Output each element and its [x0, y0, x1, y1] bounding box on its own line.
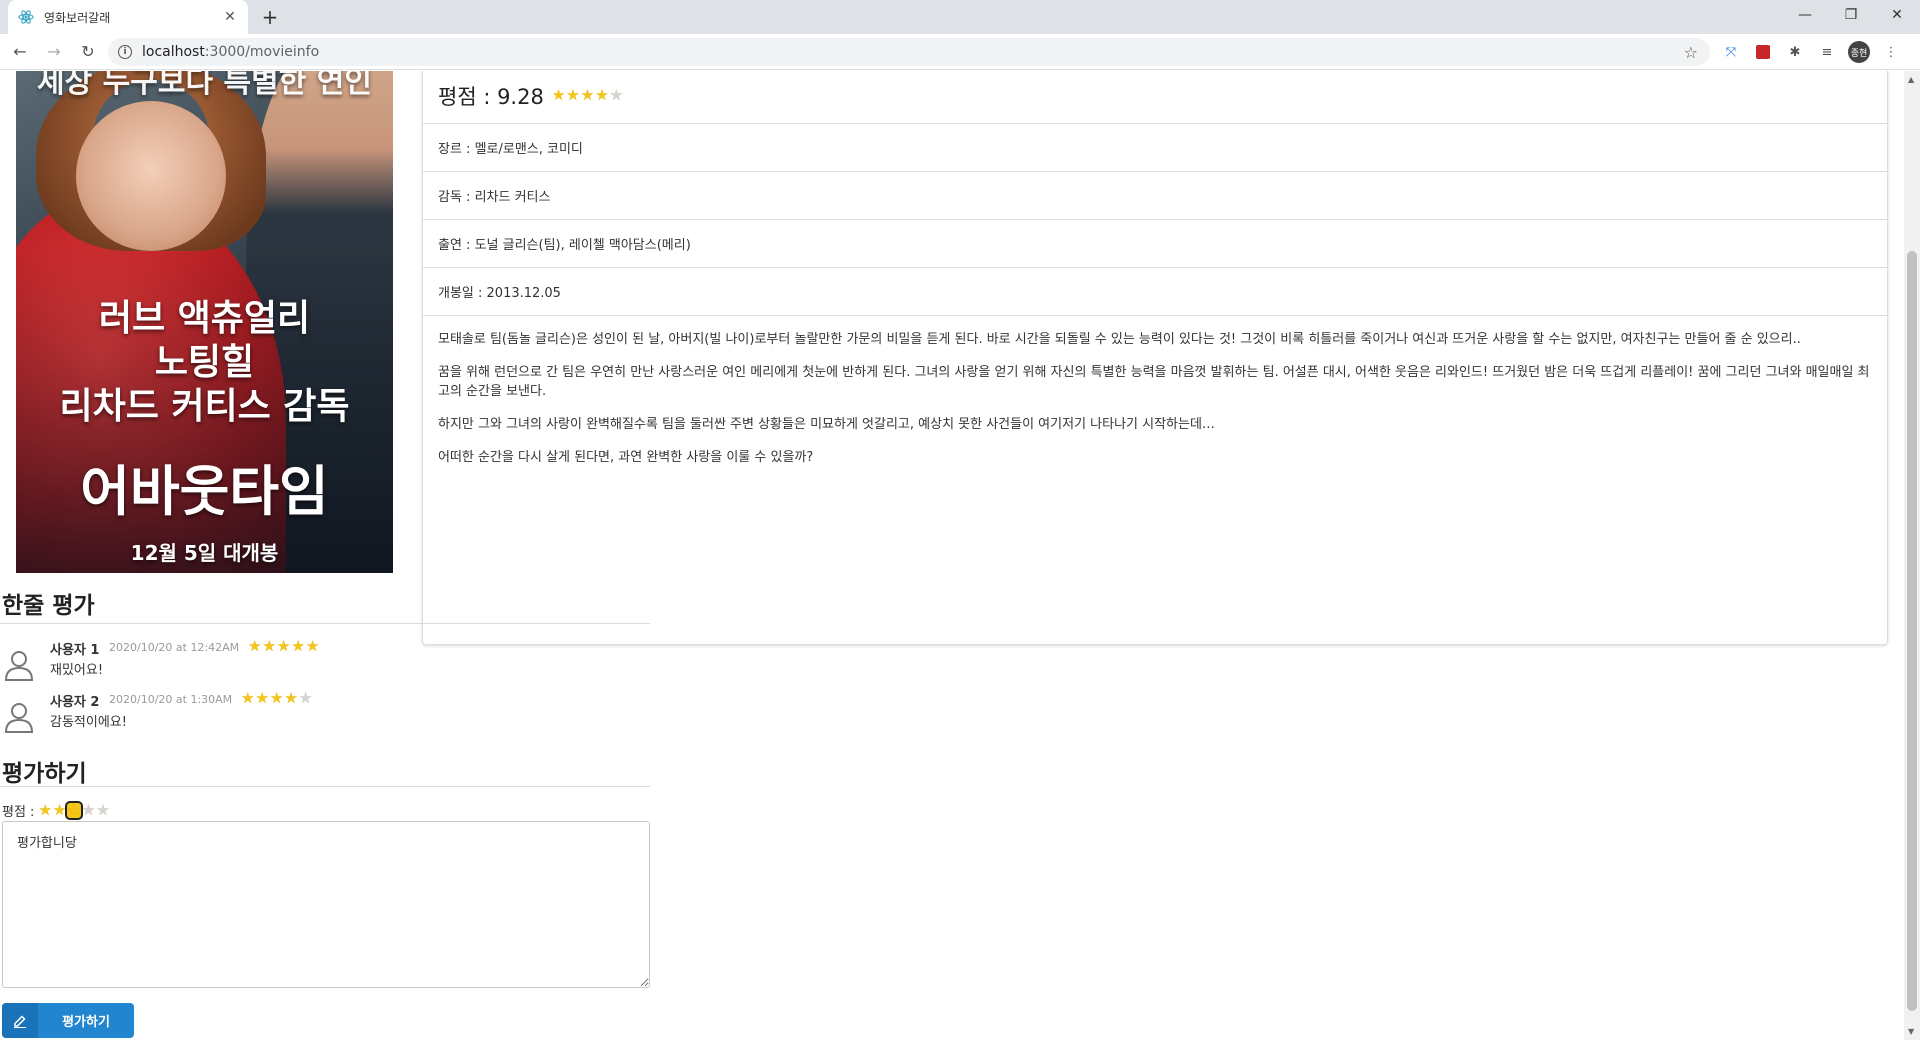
url-text: localhost:3000/movieinfo: [142, 44, 320, 60]
rate-input-line: 평점 : ★ ★ ★ ★ ★: [2, 801, 110, 820]
review-author: 사용자 1: [50, 643, 100, 658]
review-text: 감동적이에요!: [50, 715, 127, 730]
review-item: 사용자 2 2020/10/20 at 1:30AM ★ ★ ★ ★ ★ 감동적이에요!: [0, 691, 650, 741]
movie-rating-row: 평점 : 9.28 ★ ★ ★ ★ ★: [423, 71, 1887, 124]
reload-icon[interactable]: ↻: [74, 38, 102, 66]
star-filled-icon: ★: [291, 637, 305, 655]
star-filled-icon: ★: [276, 637, 291, 655]
genre-row: 장르 : 멜로/로맨스, 코미디: [423, 124, 1887, 172]
react-favicon-icon: [18, 9, 34, 25]
star-empty-icon: ★: [609, 86, 624, 104]
star-filled-icon: ★: [241, 689, 255, 707]
review-date: 2020/10/20 at 1:30AM: [109, 693, 233, 706]
new-tab-button[interactable]: +: [258, 5, 282, 29]
star-filled-icon: ★: [248, 637, 262, 655]
movie-rating-stars: ★ ★ ★ ★ ★: [552, 88, 623, 103]
reviews-title: 한줄 평가: [2, 593, 95, 619]
user-avatar-icon: [4, 701, 34, 733]
puzzle-extensions-icon[interactable]: ✱: [1784, 41, 1806, 63]
description-paragraph: 어떠한 순간을 다시 살게 된다면, 과연 완벽한 사랑을 이룰 수 있을까?: [438, 450, 814, 465]
red-extension-icon[interactable]: [1752, 41, 1774, 63]
rate-star-4-icon[interactable]: ★: [82, 803, 95, 818]
rate-input-stars[interactable]: ★ ★ ★ ★ ★: [38, 801, 110, 820]
bookmark-star-icon[interactable]: ☆: [1684, 43, 1698, 62]
description-paragraph: 하지만 그와 그녀의 사랑이 완벽해질수록 팀을 둘러싼 주변 상황들은 미묘하…: [438, 417, 1215, 432]
cast-row: 출연 : 도널 글리슨(팀), 레이첼 맥아담스(메리): [423, 220, 1887, 268]
forward-arrow-icon[interactable]: →: [40, 38, 68, 66]
movie-description: 모태솔로 팀(돔놀 글리슨)은 성인이 된 날, 아버지(빌 나이)로부터 놀랄…: [423, 316, 1887, 495]
rate-star-2-icon[interactable]: ★: [53, 803, 66, 818]
description-paragraph: 꿈을 위해 런던으로 간 팀은 우연히 만난 사랑스러운 여인 메리에게 첫눈에…: [438, 365, 1870, 399]
star-filled-icon: ★: [305, 637, 320, 655]
restore-icon[interactable]: ❐: [1828, 0, 1874, 30]
rate-input-label: 평점 :: [2, 805, 35, 820]
star-filled-icon: ★: [566, 86, 580, 104]
back-arrow-icon[interactable]: ←: [6, 38, 34, 66]
site-info-icon[interactable]: i: [118, 45, 132, 59]
close-tab-icon[interactable]: ✕: [222, 9, 238, 25]
star-filled-icon: ★: [255, 689, 269, 707]
review-author: 사용자 2: [50, 695, 100, 710]
rate-form-title: 평가하기: [2, 761, 87, 787]
rate-star-1-icon[interactable]: ★: [38, 803, 51, 818]
poster-tagline: 세상 누구보다 특별한 연인: [37, 71, 372, 100]
review-textarea[interactable]: [2, 821, 650, 988]
submit-button-label: 평가하기: [62, 1015, 110, 1030]
review-item: 사용자 1 2020/10/20 at 12:42AM ★ ★ ★ ★ ★ 재밌어요!: [0, 639, 650, 689]
star-filled-icon: ★: [269, 689, 284, 707]
browser-tabstrip: 영화보러갈래 ✕ + — ❐ ✕: [0, 0, 1920, 34]
star-empty-icon: ★: [298, 689, 313, 707]
director-row: 감독 : 리차드 커티스: [423, 172, 1887, 220]
media-queue-icon[interactable]: ≡: [1816, 41, 1838, 63]
review-text: 재밌어요!: [50, 663, 104, 678]
window-controls: — ❐ ✕: [1782, 0, 1920, 30]
page-viewport: 세상 누구보다 특별한 연인 러브 액츄얼리 노팅힐 리차드 커티스 감독 어바…: [0, 71, 1904, 1040]
release-row: 개봉일 : 2013.12.05: [423, 268, 1887, 316]
browser-toolbar: ← → ↻ i localhost:3000/movieinfo ☆ ⤧ ✱ ≡…: [0, 34, 1920, 70]
star-filled-icon: ★: [284, 689, 298, 707]
review-stars: ★ ★ ★ ★ ★: [248, 639, 319, 654]
movie-info-panel: 평점 : 9.28 ★ ★ ★ ★ ★ 장르 : 멜로/로맨스, 코미디 감독 : 리차…: [422, 71, 1888, 645]
poster-title: 어바웃타임: [80, 460, 329, 523]
browser-tab[interactable]: 영화보러갈래 ✕: [8, 0, 248, 34]
submit-review-button[interactable]: 평가하기: [2, 1003, 134, 1038]
rate-star-5-icon[interactable]: ★: [96, 803, 109, 818]
reviews-divider: [0, 623, 650, 624]
screen-capture-extension-icon[interactable]: ⤧: [1720, 41, 1742, 63]
movie-rating-label: 평점 : 9.28: [438, 84, 544, 109]
address-bar[interactable]: i localhost:3000/movieinfo ☆: [108, 38, 1710, 66]
user-avatar-icon: [4, 649, 34, 681]
rate-form-divider: [0, 786, 650, 787]
scroll-up-arrow-icon[interactable]: ▲: [1908, 75, 1914, 84]
edit-icon: [2, 1003, 38, 1038]
profile-avatar[interactable]: 종현: [1848, 41, 1870, 63]
poster-line: 리차드 커티스 감독: [59, 386, 350, 427]
page-scrollbar[interactable]: ▲ ▼: [1904, 71, 1920, 1040]
review-stars: ★ ★ ★ ★ ★: [241, 691, 312, 706]
tab-title: 영화보러갈래: [44, 10, 111, 25]
star-filled-icon: ★: [262, 637, 276, 655]
rate-star-3-icon[interactable]: ★: [65, 801, 83, 820]
scroll-down-arrow-icon[interactable]: ▼: [1908, 1027, 1914, 1036]
poster-release: 12월 5일 대개봉: [130, 541, 279, 565]
star-filled-icon: ★: [551, 86, 566, 104]
kebab-menu-icon[interactable]: ⋮: [1880, 41, 1902, 63]
star-filled-icon: ★: [580, 86, 595, 104]
extensions-area: ⤧ ✱ ≡ 종현 ⋮: [1720, 38, 1902, 66]
window-close-icon[interactable]: ✕: [1874, 0, 1920, 30]
description-paragraph: 모태솔로 팀(돔놀 글리슨)은 성인이 된 날, 아버지(빌 나이)로부터 놀랄…: [438, 332, 1801, 347]
movie-poster: 세상 누구보다 특별한 연인 러브 액츄얼리 노팅힐 리차드 커티스 감독 어바…: [16, 71, 393, 573]
review-date: 2020/10/20 at 12:42AM: [109, 641, 240, 654]
scroll-thumb[interactable]: [1907, 251, 1917, 1011]
star-filled-icon: ★: [595, 86, 609, 104]
minimize-icon[interactable]: —: [1782, 0, 1828, 30]
